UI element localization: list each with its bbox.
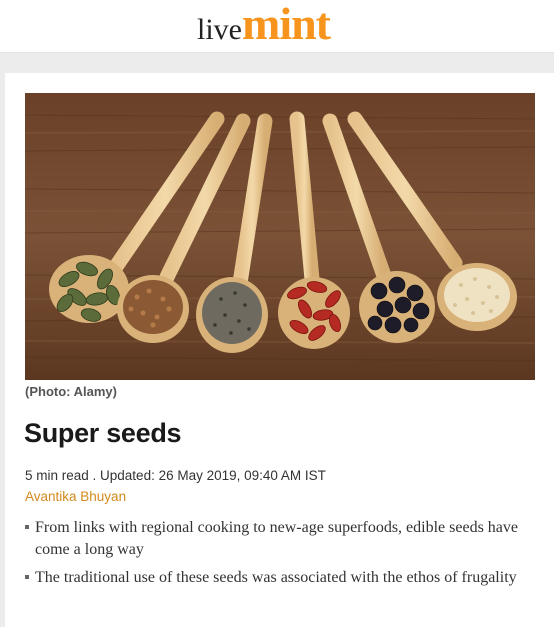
- photo-caption: (Photo: Alamy): [25, 384, 117, 399]
- header-bar: livemint: [0, 0, 554, 53]
- author-link[interactable]: Avantika Bhuyan: [25, 489, 126, 504]
- summary-item-text: From links with regional cooking to new-…: [35, 519, 518, 558]
- article-photo: [25, 93, 535, 380]
- bullet-marker: [25, 525, 29, 529]
- article-meta: 5 min read . Updated: 26 May 2019, 09:40…: [25, 468, 326, 483]
- summary-item: The traditional use of these seeds was a…: [25, 567, 537, 589]
- summary-item-text: The traditional use of these seeds was a…: [35, 569, 517, 586]
- article-title: Super seeds: [24, 418, 182, 448]
- seeds-on-spoons-image: [25, 93, 535, 380]
- livemint-logo[interactable]: livemint: [197, 0, 331, 57]
- article-card: (Photo: Alamy) Super seeds 5 min read . …: [5, 73, 554, 627]
- summary-list: From links with regional cooking to new-…: [25, 517, 537, 595]
- bullet-marker: [25, 575, 29, 579]
- logo-live-text: live: [197, 13, 242, 46]
- logo-mint-text: mint: [242, 0, 331, 49]
- summary-item: From links with regional cooking to new-…: [25, 517, 537, 561]
